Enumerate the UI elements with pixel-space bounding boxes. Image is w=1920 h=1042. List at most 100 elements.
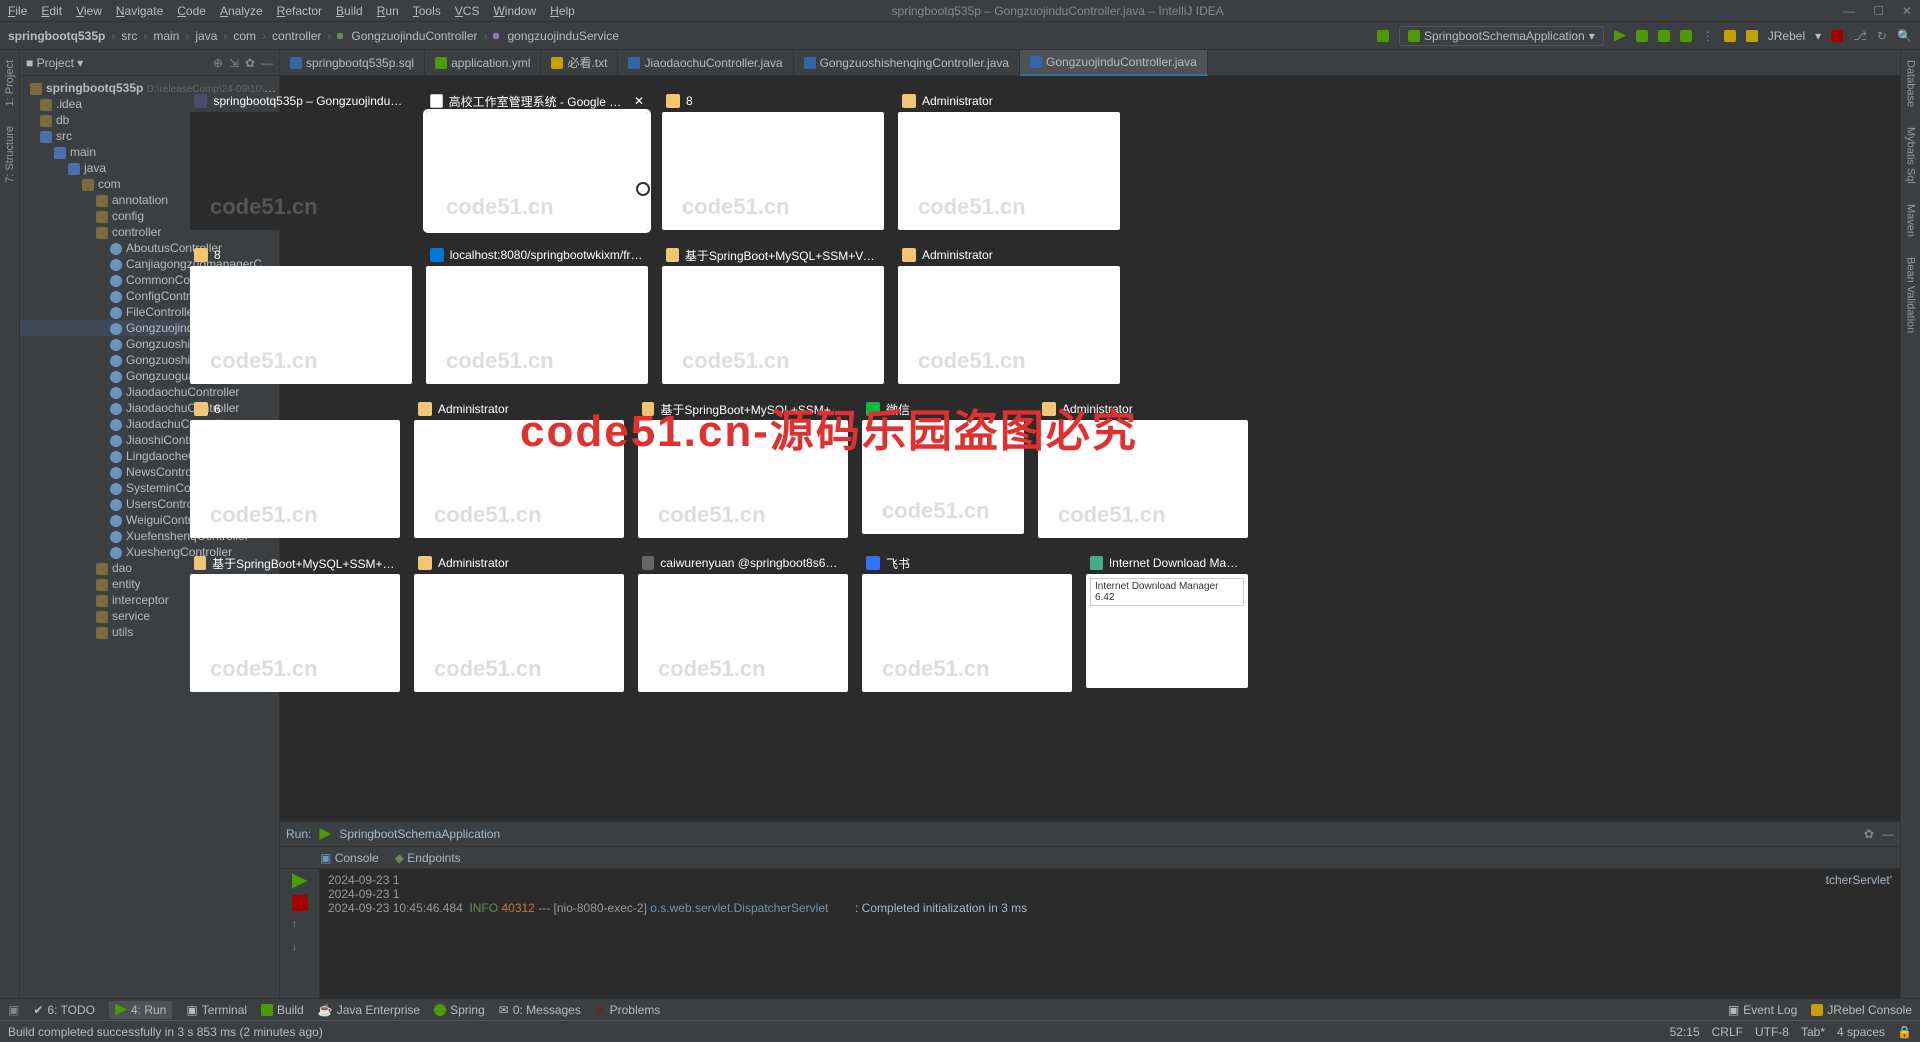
caret-position[interactable]: 52:15 [1670,1025,1700,1039]
messages-button[interactable]: ✉0: Messages [499,1003,581,1017]
menu-window[interactable]: Window [493,4,536,18]
maven-tool-button[interactable]: Maven [1905,204,1917,237]
close-icon[interactable]: ✕ [1902,4,1912,18]
menu-refactor[interactable]: Refactor [277,4,322,18]
menu-code[interactable]: Code [177,4,206,18]
run-settings-icon[interactable]: ✿ [1864,827,1874,841]
taskswitch-window[interactable]: caiwurenyuan @springboot8s63w (lo...code… [638,552,848,692]
watermark-text: code51.cn-源码乐园盗图必究 [520,395,1138,459]
breadcrumb-bar: springbootq535p ›src ›main ›java ›com ›c… [0,22,1920,50]
menu-edit[interactable]: Edit [41,4,62,18]
menu-navigate[interactable]: Navigate [116,4,163,18]
console-output[interactable]: 2024-09-23 1tcherServlet' 2024-09-23 1 2… [320,869,1900,998]
breadcrumb-service[interactable]: gongzuojinduService [507,29,618,43]
lock-icon[interactable]: 🔒 [1897,1025,1912,1039]
breadcrumb-controller[interactable]: controller [272,29,321,43]
menu-build[interactable]: Build [336,4,363,18]
up-arrow-icon[interactable]: ↑ [292,917,308,933]
problems-button[interactable]: ⚠Problems [595,1003,660,1017]
build-button[interactable]: Build [261,1003,304,1017]
search-icon[interactable]: 🔍 [1897,29,1912,43]
run-config-dropdown[interactable]: SpringbootSchemaApplication ▾ [1399,26,1604,46]
minimize-icon[interactable]: — [1843,4,1855,18]
rerun-icon[interactable] [292,873,308,889]
run-button[interactable]: 4: Run [109,1001,172,1019]
taskswitch-window[interactable]: Internet Download Manag...Internet Downl… [1086,552,1248,692]
editor-tab[interactable]: 必看.txt [541,50,618,76]
run-side-toolbar: ↑ ↓ [280,869,320,998]
menu-run[interactable]: Run [377,4,399,18]
toolwindows-icon[interactable]: ▣ [8,1003,19,1017]
editor-tab[interactable]: springbootq535p.sql [280,50,425,76]
taskswitch-window[interactable]: 8code51.cn [662,90,884,230]
locate-icon[interactable]: ⊕ [213,56,223,70]
menu-file[interactable]: File [8,4,27,18]
build-icon[interactable] [1377,30,1389,42]
project-tool-button[interactable]: 1: Project [4,60,16,106]
taskswitch-window[interactable]: 6code51.cn [190,398,400,538]
editor-tab[interactable]: application.yml [425,50,541,76]
jrebel-console-button[interactable]: JRebel Console [1811,1003,1912,1017]
taskswitch-window[interactable]: 8code51.cn [190,244,412,384]
down-arrow-icon[interactable]: ↓ [292,939,308,955]
breadcrumb-root[interactable]: springbootq535p [8,29,105,43]
event-log-button[interactable]: ▣Event Log [1728,1003,1797,1017]
indent-label[interactable]: Tab* [1801,1025,1825,1039]
editor-tab[interactable]: GongzuojinduController.java [1020,50,1208,76]
project-dropdown[interactable]: ■ Project ▾ [26,56,83,70]
menu-vcs[interactable]: VCS [455,4,480,18]
spring-button[interactable]: Spring [434,1003,485,1017]
run-hide-icon[interactable]: — [1882,827,1894,841]
menu-tools[interactable]: Tools [413,4,441,18]
database-tool-button[interactable]: Database [1905,60,1917,107]
breadcrumb-com[interactable]: com [233,29,256,43]
right-toolwindow-bar: Database Mybatis Sql Maven Bean Validati… [1900,50,1920,998]
taskswitch-window[interactable]: 高校工作室管理系统 - Google Chrome✕code51.cn [426,90,648,230]
java-enterprise-button[interactable]: ☕Java Enterprise [318,1003,420,1017]
git-icon[interactable]: ⎇ [1853,29,1867,43]
menu-help[interactable]: Help [550,4,575,18]
update-icon[interactable]: ↻ [1877,29,1887,43]
jrebel-label[interactable]: JRebel [1768,29,1805,43]
breadcrumb-main[interactable]: main [153,29,179,43]
todo-button[interactable]: ✔6: TODO [33,1003,95,1017]
maximize-icon[interactable]: ☐ [1873,4,1884,18]
taskswitch-window[interactable]: 基于SpringBoot+MySQL+SSM+Vue.js...code51.c… [662,244,884,384]
taskswitch-window[interactable]: 基于SpringBoot+MySQL+SSM+Vue.js...code51.c… [190,552,400,692]
console-tab[interactable]: ▣ Console [320,851,379,865]
mybatis-tool-button[interactable]: Mybatis Sql [1905,127,1917,184]
collapse-icon[interactable]: ⇲ [229,56,239,70]
editor-tab[interactable]: JiaodaochuController.java [618,50,793,76]
endpoints-tab[interactable]: ◆ Endpoints [395,851,461,865]
coverage-icon[interactable] [1658,30,1670,42]
jrebel-run-icon[interactable] [1724,30,1736,42]
status-bar: Build completed successfully in 3 s 853 … [0,1020,1920,1042]
run-icon[interactable] [1614,30,1626,42]
breadcrumb-java[interactable]: java [195,29,217,43]
terminal-button[interactable]: ▣Terminal [186,1003,247,1017]
taskswitch-window[interactable]: Administratorcode51.cn [414,552,624,692]
close-window-icon[interactable]: ✕ [634,94,644,108]
menu-analyze[interactable]: Analyze [220,4,263,18]
profile-icon[interactable] [1680,30,1692,42]
taskswitch-window[interactable]: 飞书code51.cn [862,552,1072,692]
line-ending[interactable]: CRLF [1712,1025,1743,1039]
stop-icon[interactable] [1831,30,1843,42]
taskswitch-window[interactable]: Administratorcode51.cn [898,90,1120,230]
hide-icon[interactable]: — [261,56,273,70]
editor-tab[interactable]: GongzuoshishenqingController.java [794,50,1020,76]
file-encoding[interactable]: UTF-8 [1755,1025,1789,1039]
taskswitch-window[interactable]: Administratorcode51.cn [898,244,1120,384]
settings-icon[interactable]: ✿ [245,56,255,70]
menu-view[interactable]: View [76,4,102,18]
indent-size[interactable]: 4 spaces [1837,1025,1885,1039]
taskswitch-window[interactable]: localhost:8080/springbootwkixm/fro...cod… [426,244,648,384]
beanvalidation-tool-button[interactable]: Bean Validation [1905,257,1917,333]
stop-run-icon[interactable] [292,895,308,911]
taskswitch-window[interactable]: springbootq535p – GongzuojinduCo...code5… [190,90,412,230]
debug-icon[interactable] [1636,30,1648,42]
breadcrumb-src[interactable]: src [121,29,137,43]
structure-tool-button[interactable]: 7: Structure [4,126,16,183]
breadcrumb-class[interactable]: GongzuojinduController [351,29,477,43]
jrebel-debug-icon[interactable] [1746,30,1758,42]
